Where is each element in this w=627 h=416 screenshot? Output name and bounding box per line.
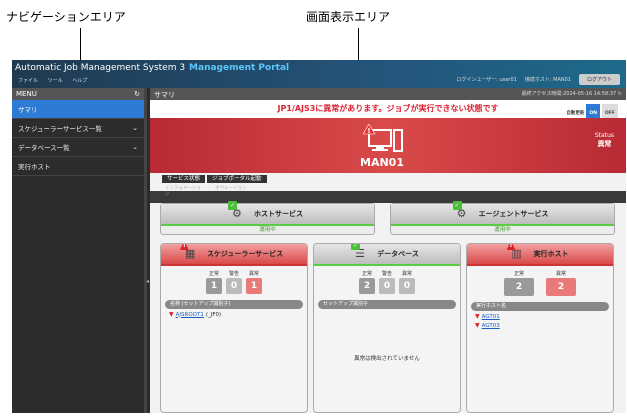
host-error-icon: ▥! xyxy=(506,244,528,261)
app-header: Automatic Job Management System 3 Managem… xyxy=(12,60,626,88)
error-icon: ▼ xyxy=(475,322,480,329)
chevron-down-icon: ⌄ xyxy=(132,124,138,132)
menu-file[interactable]: ファイル xyxy=(18,78,38,84)
scheduler-panel-title[interactable]: ▦! スケジューラーサービス xyxy=(161,244,307,266)
sidebar-header: MENU ↻ xyxy=(12,88,144,100)
count-error[interactable]: 異常 0 xyxy=(399,270,415,294)
host-status-banner: ! MAN01 Status 異常 xyxy=(150,118,626,173)
tab-job-portal[interactable]: ジョブポータル起動 オペレーション xyxy=(207,175,267,191)
navigation-area: MENU ↻ サマリ スケジューラーサービス一覧 ⌄ データベース一覧 ⌄ 実行ホス… xyxy=(12,88,149,413)
connected-host: 接続ホスト: MAN01 xyxy=(524,77,571,83)
host-name: MAN01 xyxy=(360,156,404,169)
gears-ok-icon: ⚙ ✓ xyxy=(228,201,242,220)
gears-ok-icon: ⚙ ✓ xyxy=(452,201,467,220)
count-warning[interactable]: 警告 0 xyxy=(379,270,395,294)
main-header: サマリ 最終アクセス時間:2024-05-16 14:58:37 ↻ xyxy=(150,88,626,100)
sidebar-title: MENU xyxy=(16,90,37,98)
logout-button[interactable]: ログアウト xyxy=(578,74,620,85)
database-panel-title[interactable]: ☰ ✓ データベース xyxy=(314,244,460,266)
collapse-handle-icon[interactable]: ◂ xyxy=(146,278,149,285)
count-error[interactable]: 異常 2 xyxy=(546,270,576,296)
refresh-icon[interactable]: ↻ xyxy=(134,90,140,98)
agent-link[interactable]: AGT01 xyxy=(482,314,500,320)
list-item: ▼ AJSROOT1 (_JF0) xyxy=(169,311,222,318)
database-panel: ☰ ✓ データベース 正常 2 警告 0 異常 0 セットアップ識別子 異常は検出されてい… xyxy=(313,243,461,413)
sidebar-item-scheduler-list[interactable]: スケジューラーサービス一覧 ⌄ xyxy=(12,119,144,138)
svg-text:!: ! xyxy=(367,127,370,135)
login-user: ログインユーザー: user01 xyxy=(456,77,517,83)
agent-link[interactable]: AGT03 xyxy=(482,323,500,329)
list-header: 名称 (セットアップ識別子) xyxy=(165,300,303,309)
menu-help[interactable]: ヘルプ xyxy=(72,78,87,84)
screen-display-area: サマリ 最終アクセス時間:2024-05-16 14:58:37 ↻ JP1/A… xyxy=(150,88,626,413)
alert-message: JP1/AJS3に異常があります。ジョブが実行できない状態です 自動更新 ON … xyxy=(150,100,626,124)
header-right: ログインユーザー: user01 接続ホスト: MAN01 ログアウト xyxy=(456,74,620,85)
application-window: Automatic Job Management System 3 Managem… xyxy=(12,60,626,413)
agent-service-state: 運用中 xyxy=(494,227,511,233)
figure: ナビゲーションエリア 画面表示エリア Automatic Job Managem… xyxy=(0,0,627,416)
summary-content: ⚙ ✓ ホストサービス 運用中 ⚙ ✓ エージェントサービス 運用中 ▦! スケジューラー… xyxy=(150,201,626,413)
list-item: ▼ AGT03 xyxy=(475,322,605,329)
tab-service-status[interactable]: サービス状態 インフォメーション xyxy=(162,175,206,197)
sidebar-item-summary[interactable]: サマリ xyxy=(12,100,144,119)
server-error-icon: ! xyxy=(363,124,403,152)
host-status: Status 異常 xyxy=(594,132,614,148)
exec-host-counts: 正常 2 異常 2 xyxy=(467,270,613,296)
scheduler-service-panel: ▦! スケジューラーサービス 正常 1 警告 0 異常 1 名称 (セットアップ識別子)… xyxy=(160,243,308,413)
portal-name: Management Portal xyxy=(189,63,290,73)
list-item: ▼ AGT01 xyxy=(475,313,605,320)
operation-tabs: サービス状態 インフォメーション ジョブポータル起動 オペレーション xyxy=(150,173,626,197)
count-normal[interactable]: 正常 1 xyxy=(206,270,222,294)
exec-host-panel-title[interactable]: ▥! 実行ホスト xyxy=(467,244,613,266)
scheduler-counts: 正常 1 警告 0 異常 1 xyxy=(161,270,307,294)
list-header: セットアップ識別子 xyxy=(318,300,456,309)
chevron-down-icon: ⌄ xyxy=(132,143,138,151)
host-service-state: 運用中 xyxy=(259,227,276,233)
app-title: Automatic Job Management System 3 Managem… xyxy=(15,63,290,73)
callout-screen-area: 画面表示エリア xyxy=(306,10,391,24)
error-icon: ▼ xyxy=(169,311,174,318)
menu-bar: ファイル ツール ヘルプ xyxy=(18,77,95,84)
last-access-time: 最終アクセス時間:2024-05-16 14:58:37 ↻ xyxy=(521,91,622,97)
count-normal[interactable]: 正常 2 xyxy=(359,270,375,294)
database-counts: 正常 2 警告 0 異常 0 xyxy=(314,270,460,294)
empty-message: 異常は検出されていません xyxy=(354,356,420,362)
error-icon: ▼ xyxy=(475,313,480,320)
callout-navigation-area: ナビゲーションエリア xyxy=(6,10,126,24)
exec-host-panel: ▥! 実行ホスト 正常 2 異常 2 実行ホスト名 ▼ AGT01 ▼ AGT03 xyxy=(466,243,614,413)
main-title: サマリ xyxy=(154,91,175,99)
database-ok-icon: ☰ ✓ xyxy=(351,243,366,260)
list-header: 実行ホスト名 xyxy=(471,302,609,311)
count-warning[interactable]: 警告 0 xyxy=(226,270,242,294)
sidebar-item-database-list[interactable]: データベース一覧 ⌄ xyxy=(12,138,144,157)
count-error[interactable]: 異常 1 xyxy=(246,270,262,294)
agent-service-card[interactable]: ⚙ ✓ エージェントサービス 運用中 xyxy=(390,201,615,235)
count-normal[interactable]: 正常 2 xyxy=(504,270,534,296)
sidebar-item-exec-host[interactable]: 実行ホスト xyxy=(12,157,144,176)
host-service-card[interactable]: ⚙ ✓ ホストサービス 運用中 xyxy=(160,201,375,235)
refresh-icon[interactable]: ↻ xyxy=(618,91,622,97)
scheduler-error-icon: ▦! xyxy=(179,244,201,261)
menu-tools[interactable]: ツール xyxy=(48,78,63,84)
scheduler-link[interactable]: AJSROOT1 xyxy=(176,312,204,318)
